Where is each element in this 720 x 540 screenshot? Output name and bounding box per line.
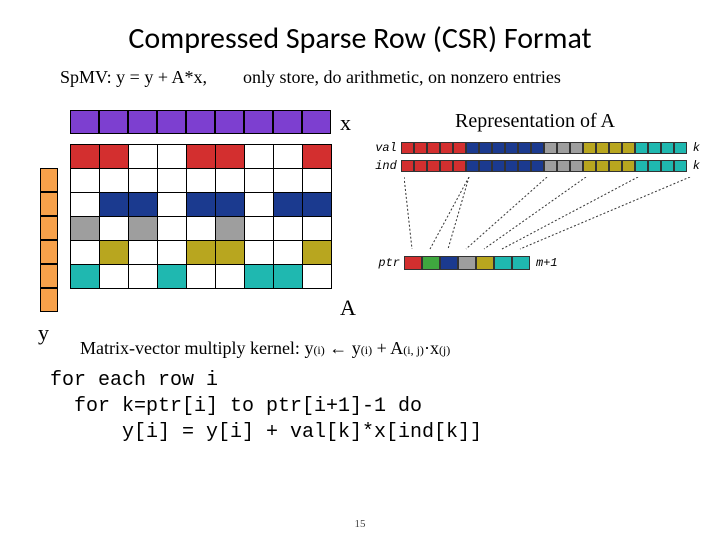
page-number: 15 [355,518,366,530]
y-vector [40,168,58,312]
x-label: x [340,110,351,136]
subtitle-line: SpMV: y = y + A*x, only store, do arithm… [40,67,680,88]
ind-label: ind [370,159,397,173]
pseudocode: for each row i for k=ptr[i] to ptr[i+1]-… [50,368,482,446]
ptr-size: m+1 [536,256,558,270]
matrix-A [70,144,332,289]
code-line-1: for each row i [50,368,482,394]
pointer-lines [404,177,704,257]
val-label: val [370,141,397,155]
spmv-formula: SpMV: y = y + A*x, [60,67,207,87]
val-size: k [693,141,700,155]
A-label: A [340,295,356,321]
ptr-label: ptr [370,256,400,270]
rep-title: Representation of A [370,110,700,133]
csr-representation: Representation of A val k ind k ptr m+1 [370,110,700,274]
spmv-note: only store, do arithmetic, on nonzero en… [243,67,561,87]
kernel-formula: Matrix-vector multiply kernel: y(i) ← y(… [80,338,450,359]
ind-size: k [693,159,700,173]
code-line-3: y[i] = y[i] + val[k]*x[ind[k]] [122,420,482,446]
x-vector [70,110,331,134]
ptr-array [404,256,530,270]
ind-array [401,160,687,172]
y-label: y [38,320,49,346]
code-line-2: for k=ptr[i] to ptr[i+1]-1 do [74,394,482,420]
val-array [401,142,687,154]
page-title: Compressed Sparse Row (CSR) Format [40,20,680,57]
